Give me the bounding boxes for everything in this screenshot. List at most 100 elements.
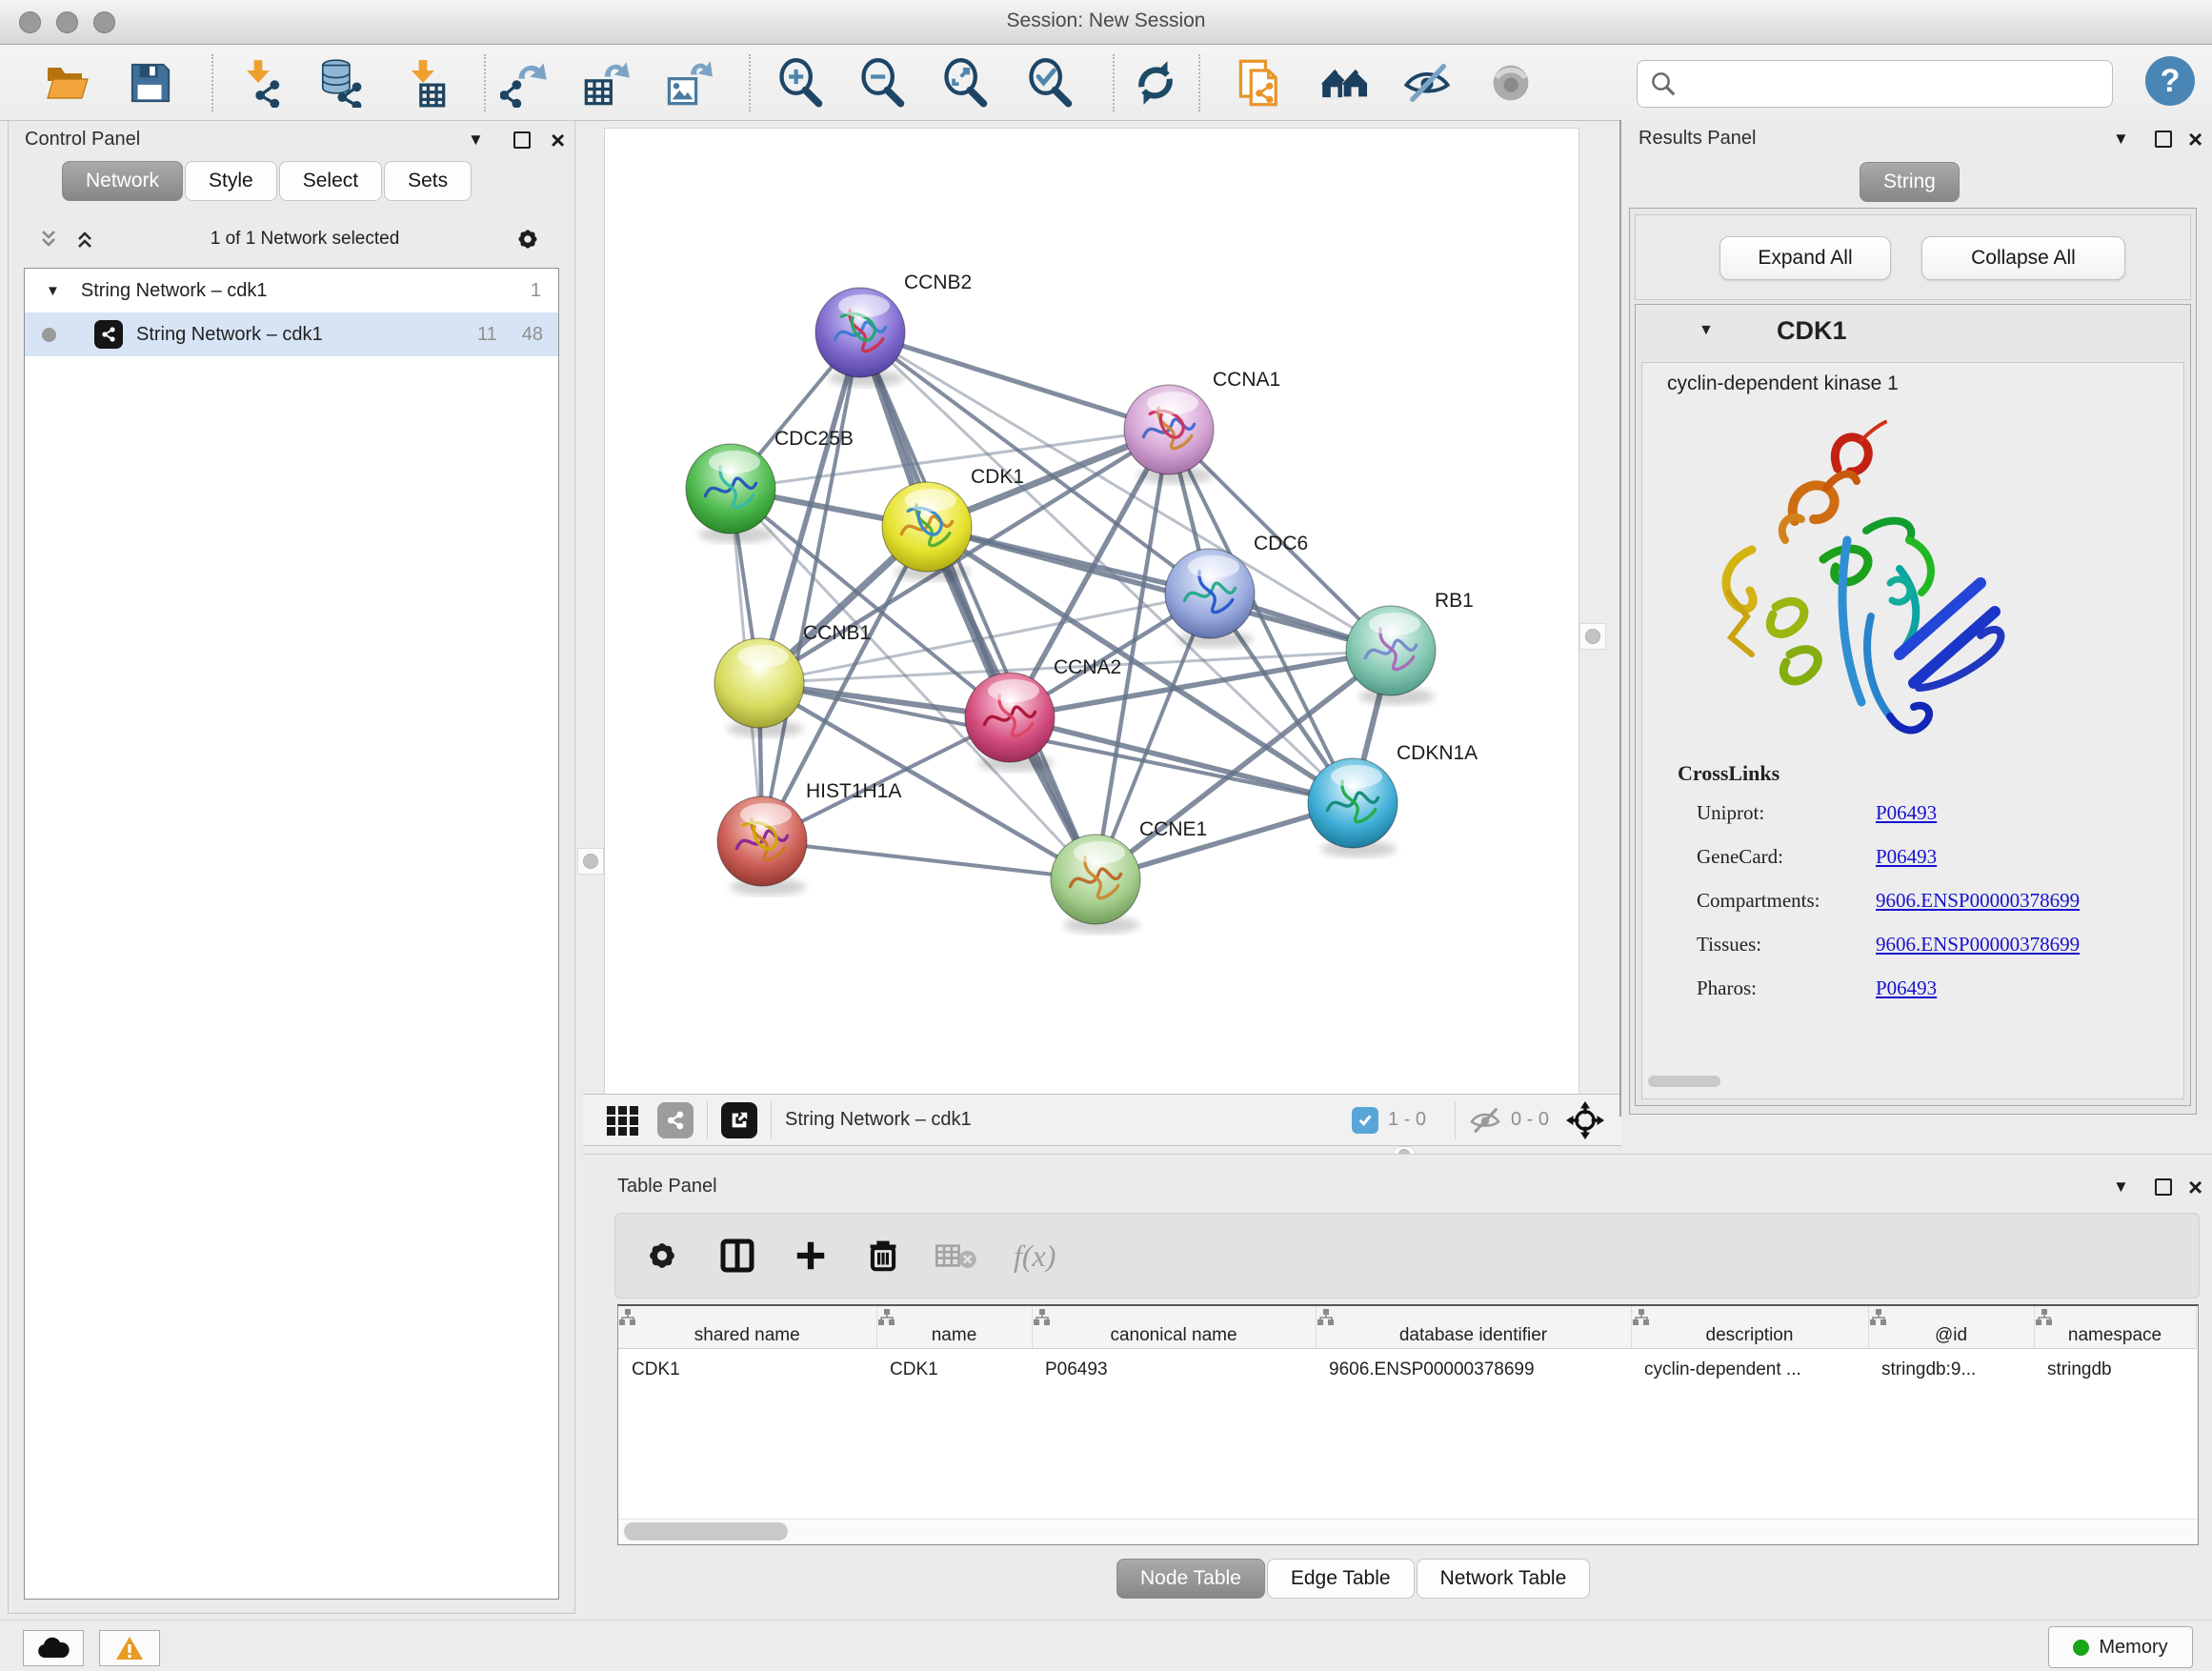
fit-content-button[interactable] xyxy=(1566,1101,1604,1139)
panel-close-icon[interactable]: × xyxy=(2188,1178,2202,1196)
tab-network-table[interactable]: Network Table xyxy=(1417,1559,1591,1599)
table-hscrollbar[interactable] xyxy=(618,1519,2198,1544)
network-node-CDC6[interactable] xyxy=(1165,549,1255,648)
right-splitter-handle[interactable] xyxy=(1579,623,1606,650)
network-from-clipboard-button[interactable] xyxy=(1236,58,1285,108)
zoom-selected-button[interactable] xyxy=(1025,58,1075,108)
panel-float-icon[interactable] xyxy=(2155,131,2172,148)
show-all-button[interactable] xyxy=(1486,58,1536,108)
panel-close-icon[interactable]: × xyxy=(551,131,565,149)
delete-column-button[interactable] xyxy=(865,1238,901,1274)
crosslink-value-link[interactable]: P06493 xyxy=(1876,845,1937,869)
import-network-file-button[interactable] xyxy=(233,58,283,108)
search-input[interactable] xyxy=(1685,64,2112,104)
genemania-homology-button[interactable] xyxy=(1320,58,1370,108)
network-edge-CDK1-RB1[interactable] xyxy=(927,527,1391,651)
crosslink-value-link[interactable]: 9606.ENSP00000378699 xyxy=(1876,933,2080,956)
cloud-status-button[interactable] xyxy=(23,1630,84,1666)
panel-close-icon[interactable]: × xyxy=(2188,131,2202,148)
panel-menu-icon[interactable]: ▼ xyxy=(2113,1178,2129,1197)
tab-style[interactable]: Style xyxy=(185,161,277,201)
save-session-button[interactable] xyxy=(126,58,175,108)
table-cell[interactable]: stringdb xyxy=(2034,1349,2196,1392)
export-table-button[interactable] xyxy=(582,58,632,108)
network-node-HIST1H1A[interactable] xyxy=(717,796,807,896)
network-node-CCNE1[interactable] xyxy=(1051,835,1140,934)
network-edge-CCNB2-HIST1H1A[interactable] xyxy=(762,332,860,841)
column-header-canonical-name[interactable]: canonical name xyxy=(1032,1306,1316,1349)
table-row[interactable]: CDK1CDK1P064939606.ENSP00000378699cyclin… xyxy=(618,1349,2196,1392)
tab-node-table[interactable]: Node Table xyxy=(1116,1559,1265,1599)
tree-expander-icon[interactable]: ▼ xyxy=(46,283,60,299)
warnings-button[interactable] xyxy=(99,1630,160,1666)
network-node-CCNA1[interactable] xyxy=(1124,385,1214,484)
detach-view-button[interactable] xyxy=(721,1102,757,1138)
memory-button[interactable]: Memory xyxy=(2048,1626,2193,1668)
tab-edge-table[interactable]: Edge Table xyxy=(1267,1559,1415,1599)
collapse-all-icon[interactable] xyxy=(37,228,60,251)
table-cell[interactable]: stringdb:9... xyxy=(1868,1349,2034,1392)
tab-string[interactable]: String xyxy=(1860,162,1960,202)
zoom-out-button[interactable] xyxy=(857,58,907,108)
network-edge-count: 48 xyxy=(522,324,543,346)
network-node-CDKN1A[interactable] xyxy=(1308,758,1398,857)
birdseye-toggle[interactable] xyxy=(606,1103,640,1137)
panel-float-icon[interactable] xyxy=(513,131,531,149)
string-view-icon[interactable] xyxy=(657,1102,694,1138)
panel-float-icon[interactable] xyxy=(2155,1178,2172,1196)
column-header-description[interactable]: description xyxy=(1631,1306,1868,1349)
network-canvas[interactable]: CCNB2CCNA1CDC25BCDK1CDC6RB1CCNB1CCNA2CDK… xyxy=(604,128,1579,1096)
network-edge-CCNB2-CCNA1[interactable] xyxy=(860,332,1169,430)
network-node-CCNA2[interactable] xyxy=(965,673,1055,772)
column-header-database-identifier[interactable]: database identifier xyxy=(1316,1306,1631,1349)
zoom-in-button[interactable] xyxy=(775,58,825,108)
open-session-button[interactable] xyxy=(42,58,91,108)
table-cell[interactable]: P06493 xyxy=(1032,1349,1316,1392)
network-edge-HIST1H1A-CCNE1[interactable] xyxy=(762,841,1096,879)
expand-all-button[interactable]: Expand All xyxy=(1719,236,1891,280)
section-collapse-icon[interactable]: ▼ xyxy=(1699,322,1714,339)
show-columns-button[interactable] xyxy=(718,1237,756,1275)
table-cell[interactable]: 9606.ENSP00000378699 xyxy=(1316,1349,1631,1392)
column-header-shared-name[interactable]: shared name xyxy=(618,1306,876,1349)
table-cell[interactable]: cyclin-dependent ... xyxy=(1631,1349,1868,1392)
network-node-CDK1[interactable] xyxy=(882,482,972,581)
table-settings-button[interactable] xyxy=(644,1238,680,1274)
column-header-@id[interactable]: @id xyxy=(1868,1306,2034,1349)
import-table-button[interactable] xyxy=(398,58,448,108)
expand-all-icon[interactable] xyxy=(73,228,96,251)
tab-select[interactable]: Select xyxy=(279,161,382,201)
crosslink-value-link[interactable]: P06493 xyxy=(1876,976,1937,1000)
hide-selected-button[interactable] xyxy=(1402,58,1452,108)
network-node-CDC25B[interactable] xyxy=(686,444,775,543)
panel-menu-icon[interactable]: ▼ xyxy=(468,131,484,150)
node-label-CDC6: CDC6 xyxy=(1254,533,1308,554)
collapse-all-button[interactable]: Collapse All xyxy=(1921,236,2125,280)
apply-layout-button[interactable] xyxy=(1131,58,1180,108)
help-button[interactable]: ? xyxy=(2145,56,2195,106)
crosslink-value-link[interactable]: P06493 xyxy=(1876,801,1937,825)
panel-menu-icon[interactable]: ▼ xyxy=(2113,130,2129,149)
create-column-button[interactable] xyxy=(793,1238,829,1274)
left-splitter-handle[interactable] xyxy=(577,848,604,875)
results-hscroll-thumb[interactable] xyxy=(1648,1076,1720,1087)
column-header-namespace[interactable]: namespace xyxy=(2034,1306,2196,1349)
gear-icon[interactable] xyxy=(513,225,542,253)
table-cell[interactable]: CDK1 xyxy=(618,1349,876,1392)
tab-sets[interactable]: Sets xyxy=(384,161,472,201)
import-network-database-button[interactable] xyxy=(313,58,363,108)
network-node-RB1[interactable] xyxy=(1346,606,1436,705)
column-header-name[interactable]: name xyxy=(876,1306,1032,1349)
table-cell[interactable]: CDK1 xyxy=(876,1349,1032,1392)
export-image-button[interactable] xyxy=(664,58,714,108)
tab-network[interactable]: Network xyxy=(62,161,183,201)
search-icon xyxy=(1649,70,1678,98)
selected-checkbox-icon[interactable] xyxy=(1352,1107,1378,1134)
network-row-selected[interactable]: String Network – cdk1 11 48 xyxy=(25,312,558,356)
zoom-fit-button[interactable] xyxy=(940,58,990,108)
table-hscroll-thumb[interactable] xyxy=(624,1522,788,1540)
export-network-button[interactable] xyxy=(500,58,550,108)
crosslink-value-link[interactable]: 9606.ENSP00000378699 xyxy=(1876,889,2080,913)
network-collection-row[interactable]: ▼ String Network – cdk1 1 xyxy=(25,269,558,312)
network-node-CCNB1[interactable] xyxy=(714,638,804,737)
